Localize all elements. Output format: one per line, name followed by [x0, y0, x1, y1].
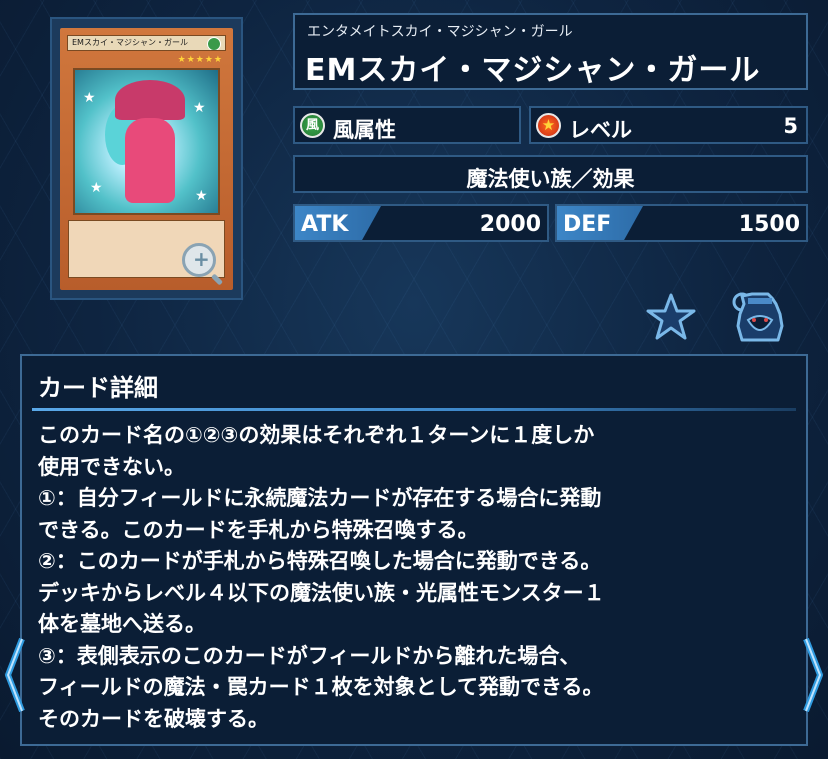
- card-image-name: EMスカイ・マジシャン・ガール: [67, 35, 226, 51]
- level-value: 5: [783, 114, 798, 138]
- def-box: DEF 1500: [555, 204, 808, 242]
- deck-pot-icon[interactable]: [728, 290, 790, 346]
- level-label: レベル: [569, 118, 632, 142]
- wind-attribute-icon: 風: [300, 113, 325, 138]
- card-effect-text: このカード名の①②③の効果はそれぞれ１ターンに１度しか 使用できない。 ①：自分…: [38, 423, 605, 731]
- atk-box: ATK 2000: [293, 204, 549, 242]
- level-star-icon: ★: [536, 113, 561, 138]
- def-value: 1500: [738, 212, 800, 237]
- atk-label: ATK: [301, 212, 349, 237]
- card-level-stars: ★★★★★: [177, 55, 223, 65]
- chevron-right-icon[interactable]: [800, 635, 826, 715]
- attribute-label: 風属性: [333, 118, 396, 142]
- level-box: ★ レベル 5: [529, 106, 808, 144]
- attribute-box: 風 風属性: [293, 106, 521, 144]
- detail-heading: カード詳細: [38, 374, 158, 402]
- card-illustration: ★ ★ ★ ★: [73, 68, 220, 215]
- card-name: EMスカイ・マジシャン・ガール: [305, 53, 761, 88]
- star-icon[interactable]: [645, 292, 697, 342]
- zoom-in-icon[interactable]: +: [182, 243, 216, 277]
- card-detail-panel: カード詳細 このカード名の①②③の効果はそれぞれ１ターンに１度しか 使用できない…: [20, 354, 808, 746]
- card-attribute-mini-icon: [207, 37, 221, 50]
- type-line: 魔法使い族／効果: [466, 167, 635, 191]
- type-box: 魔法使い族／効果: [293, 155, 808, 193]
- detail-divider: [32, 408, 796, 411]
- chevron-left-icon[interactable]: [2, 635, 28, 715]
- card-furigana: エンタメイトスカイ・マジシャン・ガール: [307, 24, 573, 40]
- atk-value: 2000: [479, 212, 541, 237]
- card-title-box: エンタメイトスカイ・マジシャン・ガール EMスカイ・マジシャン・ガール: [293, 13, 808, 90]
- card-image[interactable]: EMスカイ・マジシャン・ガール ★★★★★ ★ ★ ★ ★ +: [50, 17, 243, 300]
- def-label: DEF: [563, 212, 612, 237]
